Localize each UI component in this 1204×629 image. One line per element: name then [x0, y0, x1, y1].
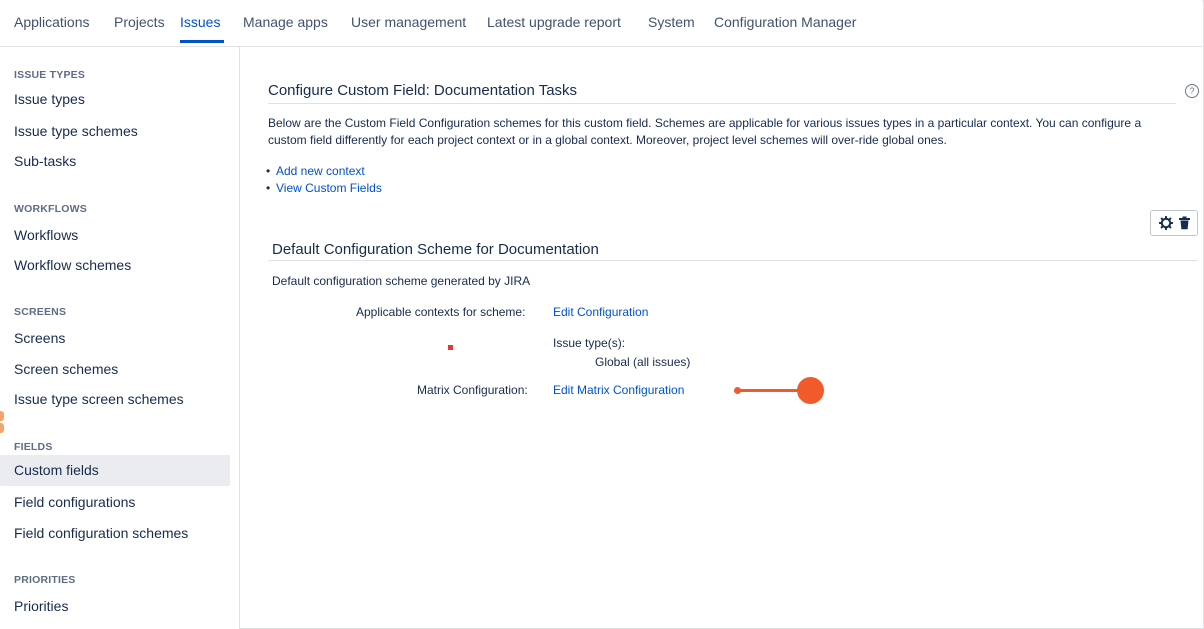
matrix-configuration-label: Matrix Configuration: — [417, 383, 528, 397]
marker-dot — [448, 345, 453, 350]
list-item: • View Custom Fields — [266, 180, 382, 197]
sidebar-item-screens[interactable]: Screens — [0, 323, 230, 354]
sidebar-heading-fields: FIELDS — [14, 441, 53, 453]
annotation-line — [736, 389, 798, 392]
scheme-actions — [1150, 210, 1198, 236]
title-divider — [268, 103, 1176, 104]
sidebar-item-sub-tasks[interactable]: Sub-tasks — [0, 146, 230, 177]
edit-configuration-link[interactable]: Edit Configuration — [553, 305, 648, 319]
issue-types-label: Issue type(s): — [553, 336, 626, 350]
action-links: • Add new context • View Custom Fields — [266, 163, 382, 197]
issue-types-value: Global (all issues) — [595, 355, 691, 369]
applicable-contexts-label: Applicable contexts for scheme: — [356, 305, 526, 319]
bullet: • — [266, 164, 271, 178]
tab-latest-upgrade-report[interactable]: Latest upgrade report — [487, 14, 621, 30]
bullet: • — [266, 181, 271, 195]
scheme-title: Default Configuration Scheme for Documen… — [272, 241, 599, 258]
admin-sidebar: ISSUE TYPES Issue types Issue type schem… — [0, 47, 240, 629]
edge-highlight-mark — [0, 423, 4, 433]
active-tab-indicator — [180, 40, 224, 43]
tab-issues[interactable]: Issues — [180, 14, 220, 30]
edge-highlight-mark — [0, 411, 4, 421]
tab-projects[interactable]: Projects — [114, 14, 165, 30]
add-new-context-link[interactable]: Add new context — [276, 164, 365, 178]
scheme-description: Default configuration scheme generated b… — [272, 274, 531, 288]
sidebar-item-custom-fields[interactable]: Custom fields — [0, 455, 230, 486]
sidebar-heading-workflows: WORKFLOWS — [14, 203, 87, 215]
tab-applications[interactable]: Applications — [14, 14, 90, 30]
sidebar-item-priorities[interactable]: Priorities — [0, 591, 230, 622]
main-content: Configure Custom Field: Documentation Ta… — [240, 47, 1202, 627]
gear-icon[interactable] — [1159, 216, 1173, 230]
sidebar-heading-issue-types: ISSUE TYPES — [14, 69, 86, 81]
annotation-start-dot — [734, 387, 741, 394]
help-icon[interactable]: ? — [1185, 84, 1199, 98]
tab-system[interactable]: System — [648, 14, 695, 30]
sidebar-item-issue-types[interactable]: Issue types — [0, 84, 230, 115]
trash-icon[interactable] — [1178, 216, 1191, 230]
sidebar-item-screen-schemes[interactable]: Screen schemes — [0, 354, 230, 385]
scheme-divider — [268, 260, 1198, 261]
sidebar-heading-screens: SCREENS — [14, 306, 67, 318]
sidebar-item-workflows[interactable]: Workflows — [0, 220, 230, 251]
page-description: Below are the Custom Field Configuration… — [268, 116, 1142, 147]
sidebar-item-field-configurations[interactable]: Field configurations — [0, 487, 230, 518]
tab-configuration-manager[interactable]: Configuration Manager — [714, 14, 856, 30]
list-item: • Add new context — [266, 163, 382, 180]
tab-manage-apps[interactable]: Manage apps — [243, 14, 328, 30]
sidebar-heading-priorities: PRIORITIES — [14, 574, 76, 586]
sidebar-item-issue-type-screen-schemes[interactable]: Issue type screen schemes — [0, 384, 230, 415]
annotation-marker — [797, 377, 824, 404]
sidebar-item-workflow-schemes[interactable]: Workflow schemes — [0, 250, 230, 281]
sidebar-item-field-configuration-schemes[interactable]: Field configuration schemes — [0, 518, 230, 549]
tab-user-management[interactable]: User management — [351, 14, 466, 30]
top-navigation: Applications Projects Issues Manage apps… — [0, 0, 1202, 47]
edit-matrix-configuration-link[interactable]: Edit Matrix Configuration — [553, 383, 684, 397]
sidebar-item-issue-type-schemes[interactable]: Issue type schemes — [0, 116, 230, 147]
page-title: Configure Custom Field: Documentation Ta… — [268, 82, 578, 99]
view-custom-fields-link[interactable]: View Custom Fields — [276, 181, 382, 195]
